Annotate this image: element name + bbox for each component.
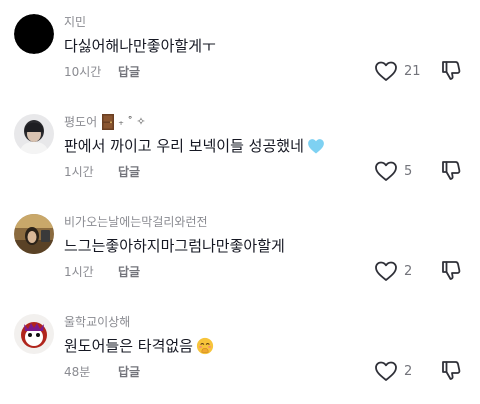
reply-button[interactable]: 답글 [118,64,140,80]
username-label: 평도어 [64,115,98,129]
dislike-button[interactable] [440,259,462,281]
door-icon [102,114,115,130]
comment-text-label: 판에서 까이고 우리 보넥이들 성공했네 [64,137,304,155]
like-button[interactable]: 21 [374,60,421,82]
comment-list: 지민 다싫어해나만좋아할게ㅜ 10시간 답글 21 평도어 ₊ ˚ ✧ 판에서 … [0,0,480,404]
username-decoration: ₊ ˚ ✧ [101,114,146,130]
like-count: 5 [404,163,413,179]
avatar[interactable] [14,114,54,154]
username-label: 지민 [64,15,87,29]
comment-item: 지민 다싫어해나만좋아할게ㅜ 10시간 답글 21 [0,14,480,114]
comment-time: 10시간 [64,65,102,79]
comment-item: 비가오는날에는막걸리와런전 느그는좋아하지마그럼나만좋아할게 1시간 답글 2 [0,214,480,314]
like-count: 21 [404,63,421,79]
heart-outline-icon [375,261,397,281]
like-button[interactable]: 2 [374,360,420,382]
username-label: 울학교이상해 [64,315,131,329]
thumbs-down-icon [442,361,461,380]
like-count: 2 [404,263,413,279]
comment-item: 평도어 ₊ ˚ ✧ 판에서 까이고 우리 보넥이들 성공했네 1시간 답글 5 [0,114,480,214]
username-label: 비가오는날에는막걸리와런전 [64,215,208,229]
thumbs-down-icon [442,161,461,180]
like-button[interactable]: 5 [374,160,420,182]
comment-item: 울학교이상해 원도어들은 타격없음 48분 답글 2 [0,314,480,404]
comment-text: 다싫어해나만좋아할게ㅜ [64,36,216,56]
comment-text-label: 다싫어해나만좋아할게ㅜ [64,37,216,55]
light-blue-heart-icon [307,137,325,155]
reply-button[interactable]: 답글 [118,164,140,180]
comment-time: 1시간 [64,265,94,279]
comment-time: 48분 [64,365,91,379]
dislike-button[interactable] [440,159,462,181]
comment-text-label: 느그는좋아하지마그럼나만좋아할게 [64,237,285,255]
comment-meta: 48분 답글 [64,364,140,380]
comment-username[interactable]: 평도어 ₊ ˚ ✧ [64,114,146,130]
comment-username[interactable]: 울학교이상해 [64,314,130,330]
thumbs-down-icon [442,61,461,80]
comment-text: 원도어들은 타격없음 [64,336,214,356]
avatar[interactable] [14,214,54,254]
thumbs-down-icon [442,261,461,280]
comment-meta: 1시간 답글 [64,264,140,280]
reply-button[interactable]: 답글 [118,364,140,380]
like-count: 2 [404,363,413,379]
comment-username[interactable]: 비가오는날에는막걸리와런전 [64,214,208,230]
dislike-button[interactable] [440,59,462,81]
dislike-button[interactable] [440,359,462,381]
comment-text-label: 원도어들은 타격없음 [64,337,193,355]
heart-outline-icon [375,161,397,181]
avatar[interactable] [14,14,54,54]
hand-over-mouth-emoji-icon [196,337,214,355]
comment-meta: 1시간 답글 [64,164,140,180]
comment-text: 느그는좋아하지마그럼나만좋아할게 [64,236,285,256]
sparkle-text: ₊ ˚ ✧ [118,115,146,128]
comment-time: 1시간 [64,165,94,179]
comment-username[interactable]: 지민 [64,14,86,30]
avatar[interactable] [14,314,54,354]
like-button[interactable]: 2 [374,260,420,282]
reply-button[interactable]: 답글 [118,264,140,280]
comment-text: 판에서 까이고 우리 보넥이들 성공했네 [64,136,325,156]
comment-meta: 10시간 답글 [64,64,140,80]
heart-outline-icon [375,361,397,381]
heart-outline-icon [375,61,397,81]
